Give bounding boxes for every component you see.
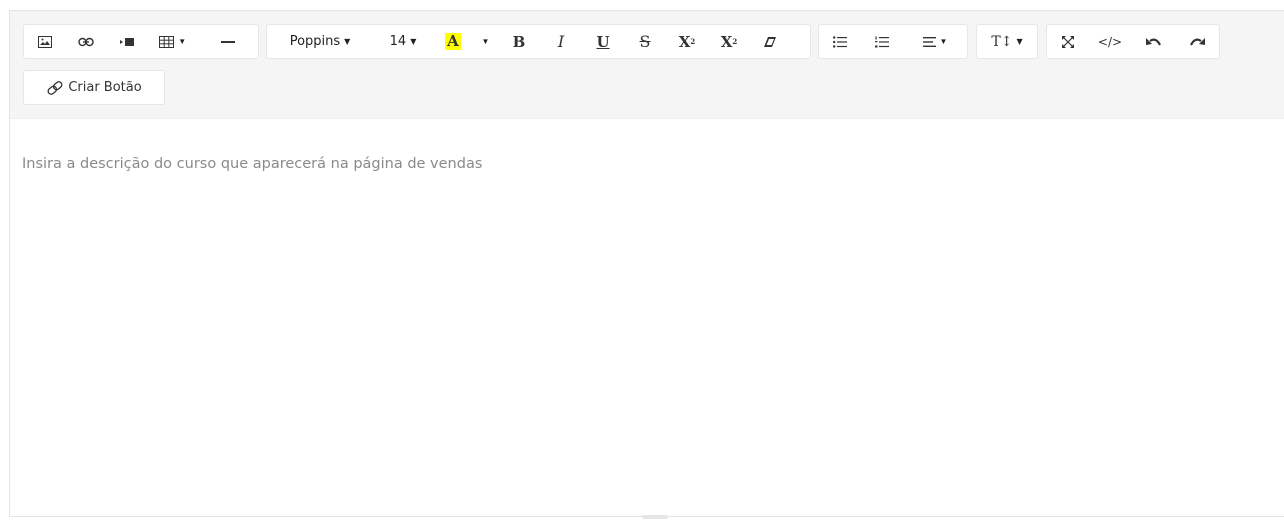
paragraph-group: ▼ — [818, 24, 968, 59]
image-icon — [37, 35, 52, 48]
chevron-down-icon: ▼ — [178, 37, 187, 46]
superscript-button[interactable]: X2 — [666, 25, 708, 58]
link-icon — [78, 37, 95, 47]
fullscreen-icon — [1062, 35, 1074, 48]
insert-link-button[interactable] — [66, 25, 108, 58]
strikethrough-icon: S — [639, 32, 651, 51]
undo-button[interactable] — [1131, 25, 1175, 58]
bold-button[interactable]: B — [498, 25, 540, 58]
color-dropdown-button[interactable]: ▼ — [473, 25, 498, 58]
horizontal-rule-icon — [221, 40, 236, 44]
redo-icon — [1189, 37, 1205, 47]
align-left-icon — [922, 36, 936, 47]
text-height-icon: T↕ — [991, 33, 1013, 50]
video-icon — [119, 37, 135, 47]
underline-button[interactable]: U — [582, 25, 624, 58]
redo-button[interactable] — [1175, 25, 1219, 58]
fullscreen-button[interactable] — [1047, 25, 1089, 58]
text-style-group: T↕ ▼ — [976, 24, 1038, 59]
ordered-list-icon — [875, 36, 889, 48]
chevron-down-icon: ▼ — [1016, 37, 1023, 46]
view-group: </> — [1046, 24, 1220, 59]
table-icon — [159, 35, 175, 48]
resize-handle[interactable] — [642, 515, 668, 519]
font-family-dropdown[interactable]: Poppins ▼ — [267, 25, 373, 58]
subscript-button[interactable]: X2 — [708, 25, 750, 58]
rich-text-editor: ▼ Poppins ▼ 14 ▼ A ▼ B I U S X 2 X 2 ▼ T… — [9, 10, 1284, 519]
clear-format-button[interactable] — [750, 25, 790, 58]
ordered-list-button[interactable] — [861, 25, 903, 58]
underline-icon: U — [596, 32, 610, 51]
chevron-down-icon: ▼ — [481, 37, 490, 46]
editor-toolbar: ▼ Poppins ▼ 14 ▼ A ▼ B I U S X 2 X 2 ▼ T… — [10, 11, 1284, 119]
font-size-label: 14 — [389, 34, 407, 49]
superscript-icon: X — [678, 32, 691, 51]
italic-icon: I — [557, 32, 565, 51]
chevron-down-icon: ▼ — [410, 37, 417, 46]
unordered-list-icon — [833, 35, 847, 48]
create-button-label: Criar Botão — [68, 80, 142, 95]
create-button-button[interactable]: Criar Botão — [24, 71, 164, 104]
custom-group: Criar Botão — [23, 70, 165, 105]
insert-image-button[interactable] — [24, 25, 66, 58]
undo-icon — [1145, 37, 1161, 47]
italic-button[interactable]: I — [540, 25, 582, 58]
strikethrough-button[interactable]: S — [624, 25, 666, 58]
unordered-list-button[interactable] — [819, 25, 861, 58]
subscript-icon: X — [720, 32, 733, 51]
highlight-color-icon: A — [445, 32, 461, 50]
insert-table-button[interactable]: ▼ — [147, 25, 199, 58]
font-family-label: Poppins — [289, 34, 341, 49]
chevron-down-icon: ▼ — [344, 37, 351, 46]
eraser-icon — [764, 36, 776, 47]
insert-video-button[interactable] — [107, 25, 147, 58]
style-group: Poppins ▼ 14 ▼ A ▼ B I U S X 2 X 2 — [266, 24, 811, 59]
bold-icon: B — [512, 32, 526, 51]
code-view-button[interactable]: </> — [1089, 25, 1131, 58]
link-icon — [46, 80, 64, 95]
line-height-dropdown[interactable]: T↕ ▼ — [977, 25, 1037, 58]
code-icon: </> — [1097, 34, 1123, 49]
text-color-button[interactable]: A — [433, 25, 473, 58]
font-size-dropdown[interactable]: 14 ▼ — [373, 25, 433, 58]
chevron-down-icon: ▼ — [939, 37, 948, 46]
align-dropdown[interactable]: ▼ — [903, 25, 967, 58]
insert-group: ▼ — [23, 24, 259, 59]
horizontal-rule-button[interactable] — [199, 25, 258, 58]
editor-content-area[interactable]: Insira a descrição do curso que aparecer… — [10, 119, 1284, 516]
editor-placeholder: Insira a descrição do curso que aparecer… — [22, 156, 483, 172]
